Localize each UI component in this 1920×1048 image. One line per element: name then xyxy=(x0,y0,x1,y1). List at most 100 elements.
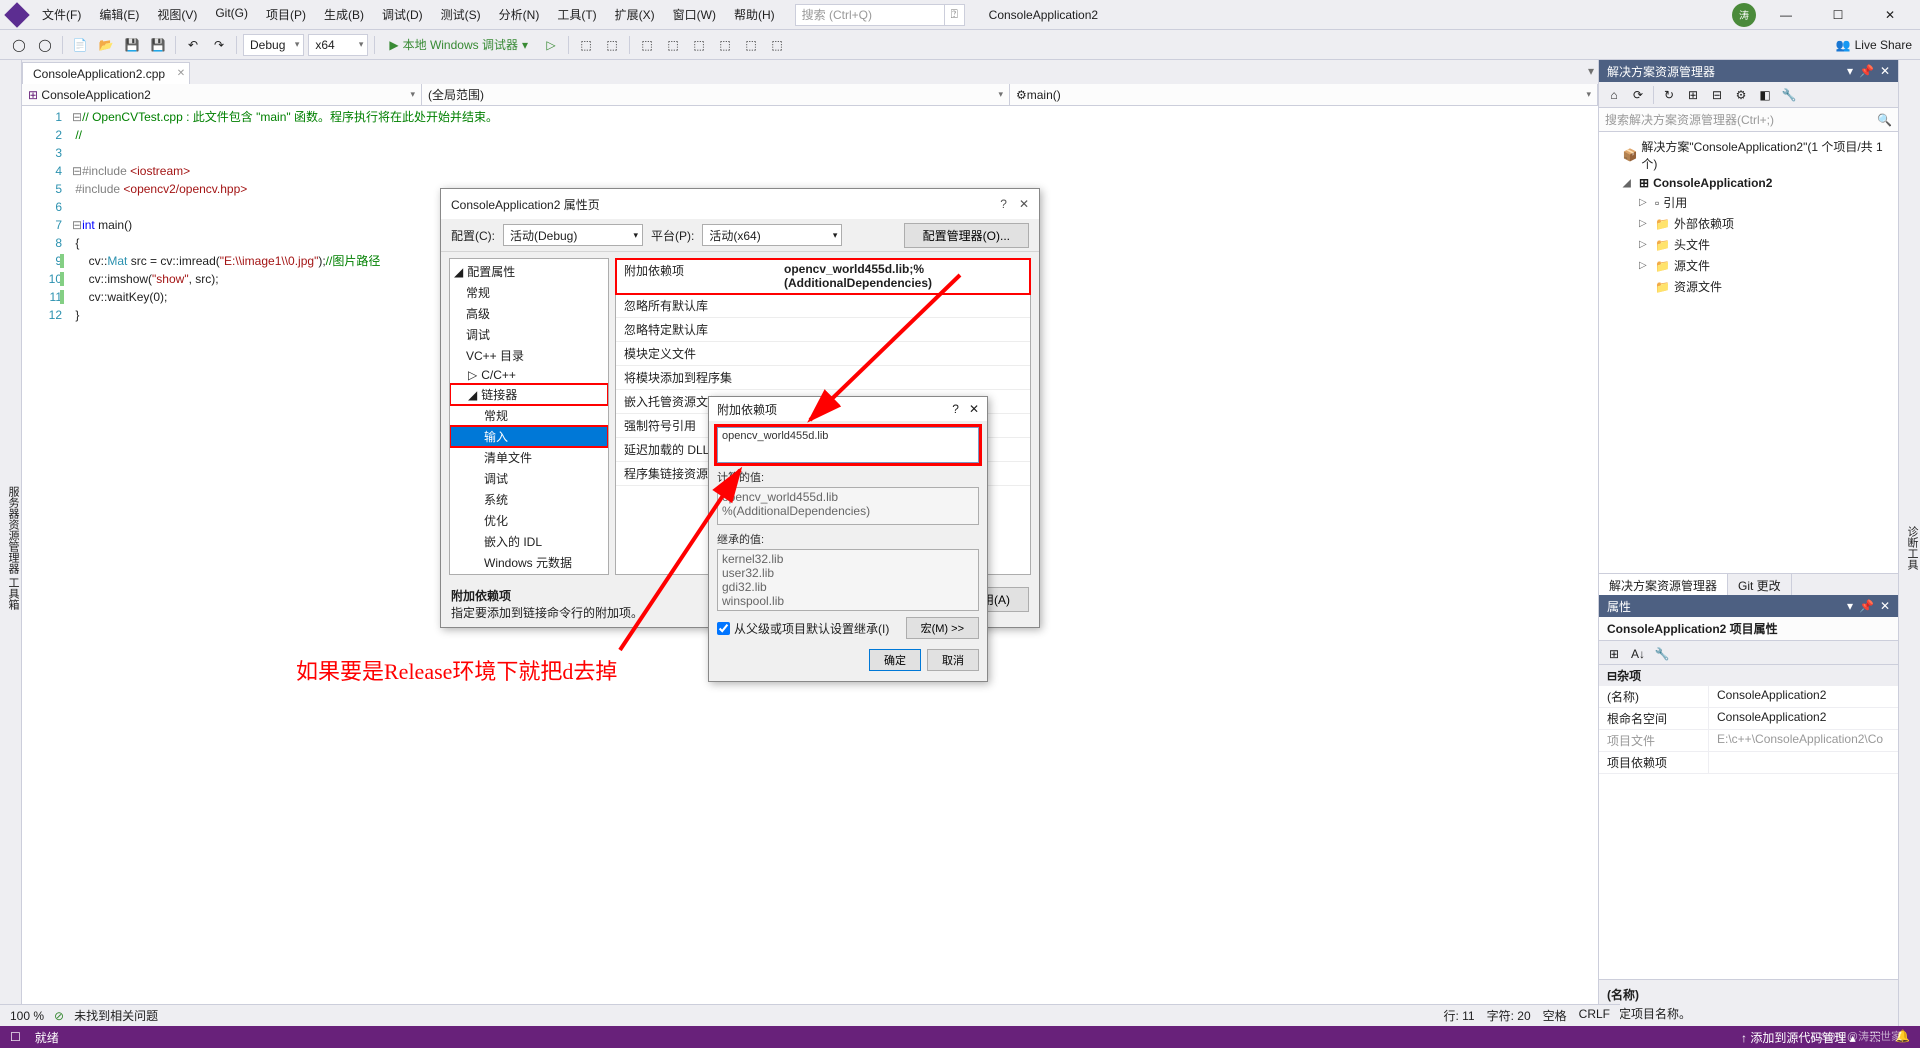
deps-input[interactable]: opencv_world455d.lib xyxy=(717,427,979,463)
tn-link-general[interactable]: 常规 xyxy=(450,405,608,426)
dialog-titlebar[interactable]: ConsoleApplication2 属性页 ?✕ xyxy=(441,189,1039,219)
liveshare-button[interactable]: 👥 Live Share xyxy=(1836,38,1912,52)
tree-src[interactable]: ▷📁 源文件 xyxy=(1599,255,1898,276)
menu-build[interactable]: 生成(B) xyxy=(316,2,372,27)
step-icon[interactable]: ⬚ xyxy=(575,34,597,56)
tab-close-icon[interactable]: ✕ xyxy=(177,68,185,79)
tab-file[interactable]: ConsoleApplication2.cpp✕ xyxy=(22,62,190,84)
props-icon[interactable]: ⚙ xyxy=(1730,84,1752,106)
tn-link-idl[interactable]: 嵌入的 IDL xyxy=(450,531,608,552)
new-icon[interactable]: 📄 xyxy=(69,34,91,56)
collapse-icon[interactable]: ⊟ xyxy=(1706,84,1728,106)
subdialog-help-icon[interactable]: ? xyxy=(952,402,959,416)
plat-combo[interactable]: 活动(x64) xyxy=(702,224,842,246)
tn-general[interactable]: 常规 xyxy=(450,282,608,303)
menu-tools[interactable]: 工具(T) xyxy=(549,2,604,27)
line-label[interactable]: 行: 11 xyxy=(1443,1007,1474,1024)
tn-debug[interactable]: 调试 xyxy=(450,324,608,345)
misc4-icon[interactable]: ⬚ xyxy=(714,34,736,56)
col-label[interactable]: 字符: 20 xyxy=(1487,1007,1531,1024)
subdialog-titlebar[interactable]: 附加依赖项 ?✕ xyxy=(709,397,987,421)
inherit-chk-input[interactable] xyxy=(717,622,730,635)
tn-link-adv[interactable]: 高级 xyxy=(450,573,608,575)
redo-icon[interactable]: ↷ xyxy=(208,34,230,56)
misc3-icon[interactable]: ⬚ xyxy=(688,34,710,56)
saveall-icon[interactable]: 💾 xyxy=(147,34,169,56)
menu-debug[interactable]: 调试(D) xyxy=(374,2,431,27)
config-combo[interactable]: Debug xyxy=(243,34,304,56)
menu-analyze[interactable]: 分析(N) xyxy=(491,2,548,27)
props-dropdown-icon[interactable]: ▾ xyxy=(1847,599,1853,613)
misc2-icon[interactable]: ⬚ xyxy=(662,34,684,56)
pin-icon[interactable]: ▾ xyxy=(1588,64,1594,78)
panel-pin-icon[interactable]: 📌 xyxy=(1859,64,1874,78)
categorize-icon[interactable]: ⊞ xyxy=(1603,643,1625,665)
nav-project-combo[interactable]: ⊞ ConsoleApplication2 xyxy=(22,84,422,105)
close-icon[interactable]: ✕ xyxy=(1868,0,1912,30)
panel-dropdown-icon[interactable]: ▾ xyxy=(1847,64,1853,78)
left-rail[interactable]: 服务器资源管理器 工具箱 xyxy=(0,60,22,1028)
right-rail[interactable]: 诊断工具 xyxy=(1898,60,1920,1028)
sort-icon[interactable]: A↓ xyxy=(1627,643,1649,665)
menu-edit[interactable]: 编辑(E) xyxy=(91,2,147,27)
prop-name-val[interactable]: ConsoleApplication2 xyxy=(1709,686,1898,707)
tn-link-winmd[interactable]: Windows 元数据 xyxy=(450,552,608,573)
indent-label[interactable]: 空格 xyxy=(1543,1007,1567,1024)
showall-icon[interactable]: ⊞ xyxy=(1682,84,1704,106)
row-ignore-spec[interactable]: 忽略特定默认库 xyxy=(616,318,1030,342)
wrench-icon[interactable]: 🔧 xyxy=(1778,84,1800,106)
tree-solution[interactable]: 📦 解决方案"ConsoleApplication2"(1 个项目/共 1 个) xyxy=(1599,136,1898,174)
row-additional-deps[interactable]: 附加依赖项opencv_world455d.lib;%(AdditionalDe… xyxy=(616,259,1030,294)
menu-git[interactable]: Git(G) xyxy=(207,2,256,27)
props-grid[interactable]: ⊟ 杂项 (名称)ConsoleApplication2 根命名空间Consol… xyxy=(1599,665,1898,979)
minimize-icon[interactable]: — xyxy=(1764,0,1808,30)
subdialog-ok-button[interactable]: 确定 xyxy=(869,649,921,671)
tree-hdr[interactable]: ▷📁 头文件 xyxy=(1599,234,1898,255)
row-ignore-all[interactable]: 忽略所有默认库 xyxy=(616,294,1030,318)
tn-vcdir[interactable]: VC++ 目录 xyxy=(450,345,608,366)
avatar[interactable]: 涛 xyxy=(1732,3,1756,27)
inherit-checkbox[interactable]: 从父级或项目默认设置继承(I)宏(M) >> xyxy=(717,617,979,639)
tree-res[interactable]: 📁 资源文件 xyxy=(1599,276,1898,297)
dialog-close-icon[interactable]: ✕ xyxy=(1019,197,1029,211)
eol-label[interactable]: CRLF xyxy=(1579,1007,1610,1024)
menu-view[interactable]: 视图(V) xyxy=(149,2,205,27)
cfg-combo[interactable]: 活动(Debug) xyxy=(503,224,643,246)
tree-refs[interactable]: ▷▫ 引用 xyxy=(1599,192,1898,213)
prop-deps-val[interactable] xyxy=(1709,752,1898,773)
cfg-manager-button[interactable]: 配置管理器(O)... xyxy=(904,223,1029,248)
dialog-help-icon[interactable]: ? xyxy=(1000,197,1007,211)
nav-back-icon[interactable]: ◯ xyxy=(8,34,30,56)
platform-combo[interactable]: x64 xyxy=(308,34,368,56)
wrench2-icon[interactable]: 🔧 xyxy=(1651,643,1673,665)
tn-advanced[interactable]: 高级 xyxy=(450,303,608,324)
menu-file[interactable]: 文件(F) xyxy=(34,2,89,27)
menu-window[interactable]: 窗口(W) xyxy=(665,2,724,27)
zoom-level[interactable]: 100 % xyxy=(10,1009,44,1023)
tn-link-debug[interactable]: 调试 xyxy=(450,468,608,489)
refresh-icon[interactable]: ⟳ xyxy=(1627,84,1649,106)
nav-func-combo[interactable]: ⚙ main() xyxy=(1010,84,1598,105)
dialog-tree[interactable]: ◢配置属性 常规 高级 调试 VC++ 目录 ▷C/C++ ◢链接器 常规 输入… xyxy=(449,258,609,575)
sync-icon[interactable]: ↻ xyxy=(1658,84,1680,106)
step2-icon[interactable]: ⬚ xyxy=(601,34,623,56)
maximize-icon[interactable]: ☐ xyxy=(1816,0,1860,30)
misc5-icon[interactable]: ⬚ xyxy=(740,34,762,56)
nav-fwd-icon[interactable]: ◯ xyxy=(34,34,56,56)
tn-linker[interactable]: ◢链接器 xyxy=(450,384,608,405)
tn-link-opt[interactable]: 优化 xyxy=(450,510,608,531)
home-icon[interactable]: ⌂ xyxy=(1603,84,1625,106)
solution-tree[interactable]: 📦 解决方案"ConsoleApplication2"(1 个项目/共 1 个)… xyxy=(1599,132,1898,573)
menu-extensions[interactable]: 扩展(X) xyxy=(607,2,663,27)
macro-button[interactable]: 宏(M) >> xyxy=(906,617,979,639)
tn-link-input[interactable]: 输入 xyxy=(450,426,608,447)
row-addmod[interactable]: 将模块添加到程序集 xyxy=(616,366,1030,390)
menu-test[interactable]: 测试(S) xyxy=(433,2,489,27)
menu-help[interactable]: 帮助(H) xyxy=(726,2,783,27)
issues-label[interactable]: 未找到相关问题 xyxy=(74,1007,158,1024)
subdialog-cancel-button[interactable]: 取消 xyxy=(927,649,979,671)
tab-git[interactable]: Git 更改 xyxy=(1728,574,1792,595)
props-pin-icon[interactable]: 📌 xyxy=(1859,599,1874,613)
save-icon[interactable]: 💾 xyxy=(121,34,143,56)
tree-ext[interactable]: ▷📁 外部依赖项 xyxy=(1599,213,1898,234)
